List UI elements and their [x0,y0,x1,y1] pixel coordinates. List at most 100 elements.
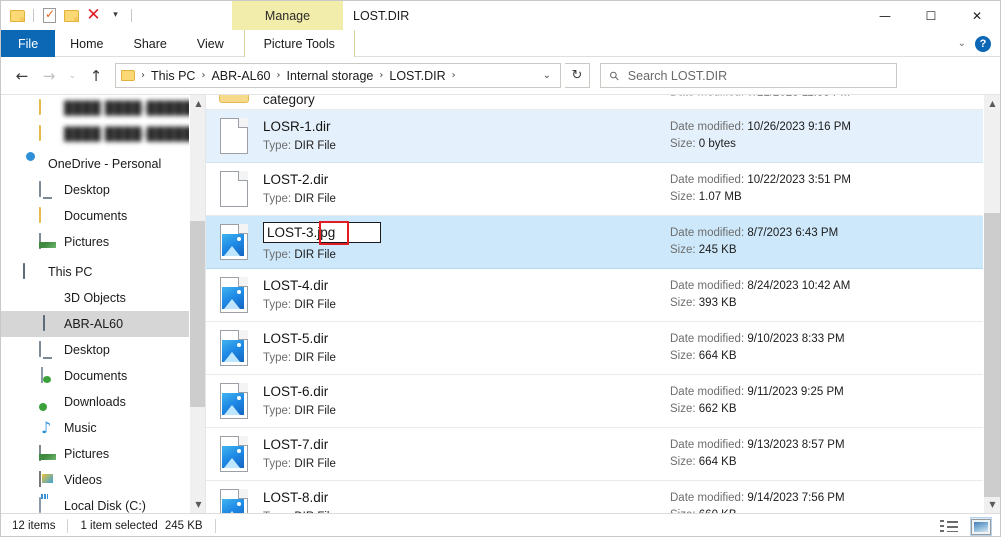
address-bar: ← → ⌄ ↑ › This PC › ABR-AL60 › Internal … [1,57,1000,94]
table-row[interactable]: LOST-8.dir Type: DIR File Date modified:… [206,481,1000,513]
sidebar-item-label: Videos [64,473,102,487]
breadcrumb-item-abr-al60[interactable]: ABR-AL60 [209,69,272,83]
breadcrumb-separator-3: › [379,70,384,81]
selection-size: 245 KB [164,520,203,532]
sidebar-item-downloads[interactable]: Downloads [1,389,206,415]
tab-home[interactable]: Home [55,30,118,57]
breadcrumb-item-internal-storage[interactable]: Internal storage [285,69,376,83]
table-row[interactable]: LOST-3.jpg Type: DIR File Date modified:… [206,216,1000,269]
tab-picture-tools[interactable]: Picture Tools [243,30,355,57]
maximize-button[interactable]: ☐ [908,1,954,30]
type-label: Type: [263,352,292,364]
date-value: 8/7/2023 6:43 PM [747,227,839,239]
breadcrumb-separator-4: › [451,70,456,81]
details-view-button[interactable] [938,517,960,536]
contextual-tab-group-label: Manage [232,1,343,30]
sidebar-item-documents-onedrive[interactable]: Documents [1,203,206,229]
sidebar-item-desktop[interactable]: Desktop [1,337,206,363]
sidebar-item-pictures[interactable]: Pictures [1,441,206,467]
sidebar-item-this-pc[interactable]: This PC [1,259,206,285]
navigation-pane: ████ ████-██████ ██████ ████ ████-██████… [1,95,206,513]
forward-button[interactable]: → [36,63,62,89]
search-icon: ⚲ [606,67,623,84]
breadcrumb-separator-2: › [276,70,281,81]
sidebar-item-desktop-onedrive[interactable]: Desktop [1,177,206,203]
large-icons-view-button[interactable] [970,517,992,536]
back-button[interactable]: ← [9,63,35,89]
sidebar-item-label: Desktop [64,183,110,197]
properties-icon[interactable] [41,7,58,24]
navigation-pane-scrollbar[interactable]: ▲ ▼ [189,95,206,513]
table-row[interactable]: LOST-2.dir Type: DIR File Date modified:… [206,163,1000,216]
new-folder-icon[interactable] [9,7,26,24]
date-value: 9/13/2023 8:57 PM [747,439,845,451]
sidebar-item-3d-objects[interactable]: 3D Objects [1,285,206,311]
chevron-down-icon[interactable]: ⌄ [536,70,558,81]
date-value: 8/24/2023 10:42 AM [747,280,851,292]
type-value: DIR File [294,299,336,311]
scroll-up-icon[interactable]: ▲ [190,95,206,112]
breadcrumb-item-this-pc[interactable]: This PC [149,69,197,83]
breadcrumb-item-lost-dir[interactable]: LOST.DIR [387,69,447,83]
date-value: 10/26/2023 9:16 PM [747,121,851,133]
table-row[interactable]: category Date modified: 7/21/2023 11:38 … [206,95,1000,110]
size-value: 664 KB [698,456,737,468]
minimize-button[interactable]: — [862,1,908,30]
sidebar-item-onedrive[interactable]: OneDrive - Personal [1,151,206,177]
search-input[interactable]: ⚲ Search LOST.DIR [600,63,897,88]
table-row[interactable]: LOST-5.dir Type: DIR File Date modified:… [206,322,1000,375]
scroll-up-icon[interactable]: ▲ [984,95,1000,112]
file-date-modified: Date modified: 8/24/2023 10:42 AM [670,278,970,295]
table-row[interactable]: LOST-6.dir Type: DIR File Date modified:… [206,375,1000,428]
tab-view[interactable]: View [182,30,239,57]
close-button[interactable]: ✕ [954,1,1000,30]
type-value: DIR File [294,248,336,261]
table-row[interactable]: LOST-7.dir Type: DIR File Date modified:… [206,428,1000,481]
sidebar-item-music[interactable]: Music [1,415,206,441]
sidebar-item-local-disk-c[interactable]: Local Disk (C:) [1,493,206,513]
tab-file[interactable]: File [1,30,56,57]
date-label: Date modified: [670,95,744,98]
file-date-modified: Date modified: 9/11/2023 9:25 PM [670,384,970,401]
table-row[interactable]: LOSR-1.dir Type: DIR File Date modified:… [206,110,1000,163]
refresh-button[interactable]: ↻ [565,63,590,88]
type-value: DIR File [294,458,336,470]
navigation-tree: ████ ████-██████ ██████ ████ ████-██████… [1,95,206,513]
scrollbar-thumb[interactable] [190,221,206,407]
tab-share[interactable]: Share [119,30,182,57]
sidebar-item-videos[interactable]: Videos [1,467,206,493]
scrollbar-thumb[interactable] [984,213,1000,497]
local-disk-icon [39,496,56,514]
scroll-down-icon[interactable]: ▼ [984,496,1000,513]
delete-icon[interactable]: ✕ [85,7,102,24]
date-value: 10/22/2023 3:51 PM [747,174,851,186]
breadcrumb[interactable]: › This PC › ABR-AL60 › Internal storage … [115,63,561,88]
date-label: Date modified: [670,227,745,239]
type-label: Type: [263,193,292,205]
date-label: Date modified: [670,280,745,292]
sidebar-item-abr-al60[interactable]: ABR-AL60 [1,311,206,337]
sidebar-item-redacted-2[interactable]: ████ ████-██████ ███-██ [1,121,206,147]
sidebar-item-label: Pictures [64,235,110,249]
folder-icon [216,95,250,109]
status-bar: 12 items 1 item selected 245 KB [1,513,1000,536]
type-value: DIR File [294,405,336,417]
image-file-icon [216,328,250,368]
date-label: Date modified: [670,386,745,398]
sidebar-item-documents[interactable]: Documents [1,363,206,389]
scroll-down-icon[interactable]: ▼ [190,496,206,513]
file-list-scrollbar[interactable]: ▲ ▼ [983,95,1000,513]
date-label: Date modified: [670,439,745,451]
customize-dropdown-icon[interactable] [107,7,124,24]
help-icon[interactable]: ? [975,35,991,52]
table-row[interactable]: LOST-4.dir Type: DIR File Date modified:… [206,269,1000,322]
file-size: Size: 664 KB [670,454,970,471]
size-label: Size: [670,244,696,256]
open-folder-icon[interactable] [63,7,80,24]
recent-locations-button[interactable]: ⌄ [63,63,82,89]
chevron-down-icon[interactable]: ⌄ [958,38,966,49]
sidebar-item-redacted-1[interactable]: ████ ████-██████ ██████ [1,95,206,121]
sidebar-item-pictures-onedrive[interactable]: Pictures [1,229,206,255]
rename-input[interactable]: LOST-3.jpg [263,220,381,245]
up-button[interactable]: ↑ [83,63,109,89]
